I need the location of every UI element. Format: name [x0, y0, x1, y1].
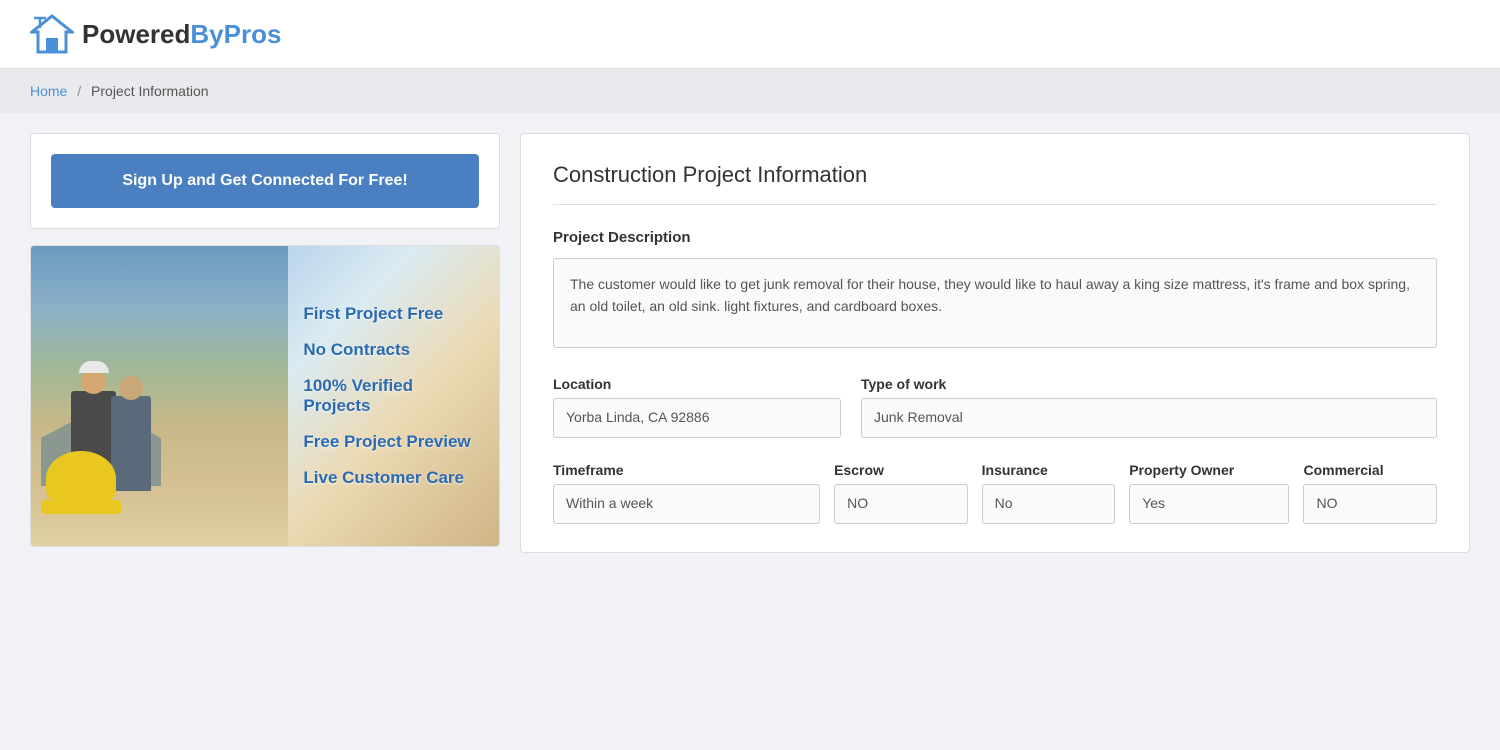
logo-icon — [30, 14, 74, 54]
panel-title: Construction Project Information — [553, 162, 1437, 205]
promo-feature-5: Live Customer Care — [303, 468, 464, 488]
commercial-field-group: Commercial NO — [1303, 462, 1437, 524]
location-label: Location — [553, 376, 841, 392]
promo-feature-3: 100% Verified Projects — [303, 376, 484, 416]
logo-text: PoweredByPros — [82, 19, 281, 50]
promo-feature-1: First Project Free — [303, 304, 443, 324]
escrow-label: Escrow — [834, 462, 968, 478]
work-type-field-group: Type of work Junk Removal — [861, 376, 1437, 438]
prop-owner-value: Yes — [1129, 484, 1289, 524]
promo-card: First Project Free No Contracts 100% Ver… — [30, 245, 500, 547]
insurance-field-group: Insurance No — [982, 462, 1116, 524]
commercial-value: NO — [1303, 484, 1437, 524]
insurance-value: No — [982, 484, 1116, 524]
location-field-group: Location Yorba Linda, CA 92886 — [553, 376, 841, 438]
timeframe-value: Within a week — [553, 484, 820, 524]
description-label: Project Description — [553, 229, 1437, 246]
escrow-value: NO — [834, 484, 968, 524]
prop-owner-field-group: Property Owner Yes — [1129, 462, 1289, 524]
breadcrumb: Home / Project Information — [0, 69, 1500, 113]
breadcrumb-current-page: Project Information — [91, 83, 209, 99]
promo-feature-2: No Contracts — [303, 340, 410, 360]
promo-feature-4: Free Project Preview — [303, 432, 470, 452]
project-panel: Construction Project Information Project… — [520, 133, 1470, 553]
work-type-label: Type of work — [861, 376, 1437, 392]
work-type-value: Junk Removal — [861, 398, 1437, 438]
helmet-prop — [46, 451, 116, 506]
header: PoweredByPros — [0, 0, 1500, 69]
location-value: Yorba Linda, CA 92886 — [553, 398, 841, 438]
logo: PoweredByPros — [30, 14, 281, 54]
commercial-label: Commercial — [1303, 462, 1437, 478]
worker2-silhouette — [111, 396, 151, 491]
promo-construction-image — [31, 246, 288, 546]
promo-text-overlay: First Project Free No Contracts 100% Ver… — [288, 246, 499, 546]
breadcrumb-home-link[interactable]: Home — [30, 83, 67, 99]
promo-image: First Project Free No Contracts 100% Ver… — [31, 246, 499, 546]
location-work-row: Location Yorba Linda, CA 92886 Type of w… — [553, 376, 1437, 438]
signup-card: Sign Up and Get Connected For Free! — [30, 133, 500, 229]
escrow-field-group: Escrow NO — [834, 462, 968, 524]
breadcrumb-separator: / — [77, 83, 81, 99]
promo-scene: First Project Free No Contracts 100% Ver… — [31, 246, 499, 546]
signup-button[interactable]: Sign Up and Get Connected For Free! — [51, 154, 479, 208]
prop-owner-label: Property Owner — [1129, 462, 1289, 478]
sidebar: Sign Up and Get Connected For Free! Firs… — [30, 133, 500, 553]
main-content: Sign Up and Get Connected For Free! Firs… — [0, 113, 1500, 573]
insurance-label: Insurance — [982, 462, 1116, 478]
timeframe-label: Timeframe — [553, 462, 820, 478]
bottom-fields-row: Timeframe Within a week Escrow NO Insura… — [553, 462, 1437, 524]
description-text: The customer would like to get junk remo… — [553, 258, 1437, 348]
timeframe-field-group: Timeframe Within a week — [553, 462, 820, 524]
